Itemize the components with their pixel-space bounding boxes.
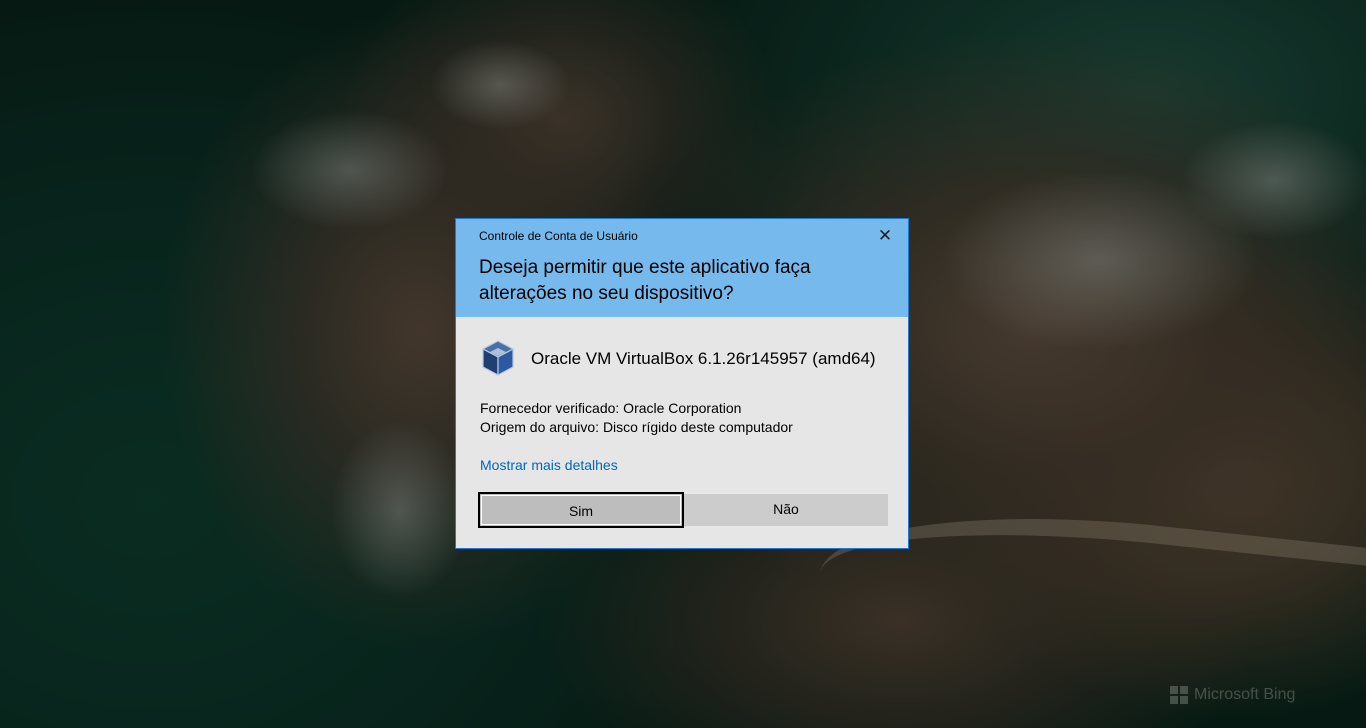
publisher-line: Fornecedor verificado: Oracle Corporatio… [480,400,742,416]
app-name: Oracle VM VirtualBox 6.1.26r145957 (amd6… [531,349,876,368]
virtualbox-cube-icon [481,340,515,376]
close-icon: ✕ [877,226,893,245]
watermark-text: Microsoft Bing [1194,686,1296,703]
app-details: Fornecedor verificado: Oracle Corporatio… [480,399,793,437]
yes-button[interactable]: Sim [478,492,684,528]
no-button[interactable]: Não [684,494,888,526]
more-details-link[interactable]: Mostrar mais detalhes [480,457,618,473]
file-origin-line: Origem do arquivo: Disco rígido deste co… [480,419,793,435]
microsoft-logo-icon [1170,686,1188,704]
window-title: Controle de Conta de Usuário [479,229,638,243]
uac-dialog: Controle de Conta de Usuário ✕ Deseja pe… [455,218,909,549]
uac-question: Deseja permitir que este aplicativo faça… [479,257,811,304]
close-button[interactable]: ✕ [874,225,896,247]
bing-watermark: Microsoft Bing [1170,686,1295,704]
desktop-background: Microsoft Bing Controle de Conta de Usuá… [0,0,1366,728]
uac-header: Controle de Conta de Usuário ✕ Deseja pe… [456,219,908,317]
app-info-row: Oracle VM VirtualBox 6.1.26r145957 (amd6… [480,339,876,379]
